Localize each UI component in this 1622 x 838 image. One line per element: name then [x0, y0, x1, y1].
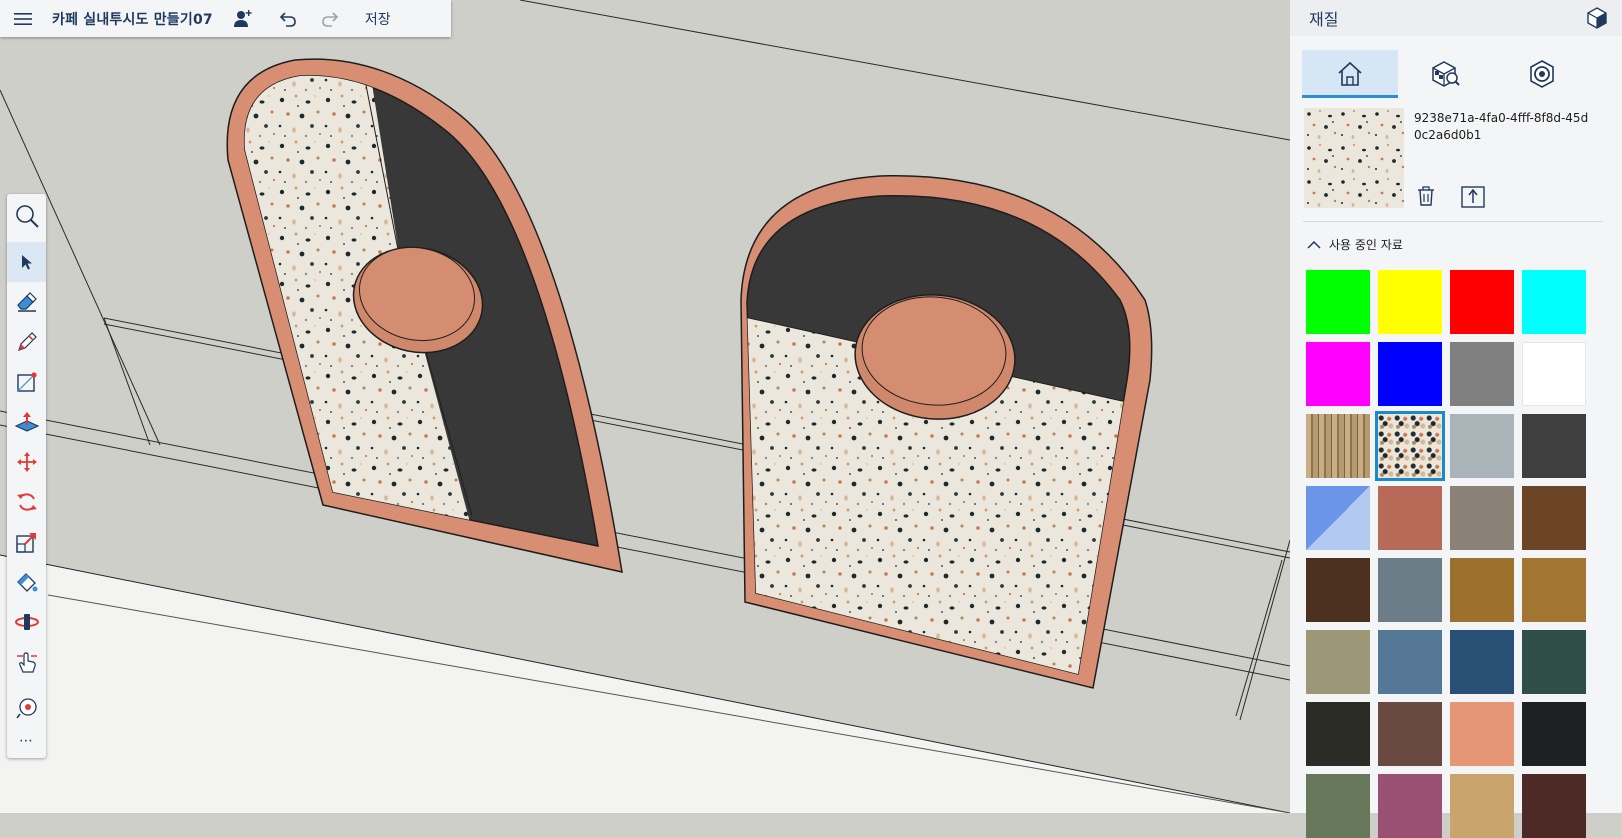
- paint-bucket-icon: [16, 573, 37, 592]
- material-swatch[interactable]: [1450, 702, 1514, 766]
- material-swatch[interactable]: [1522, 414, 1586, 478]
- redo-button[interactable]: [309, 0, 353, 37]
- edit-material-tab[interactable]: [1494, 50, 1590, 98]
- material-swatch[interactable]: [1378, 486, 1442, 550]
- material-swatch[interactable]: [1306, 558, 1370, 622]
- magnifier-icon: [15, 205, 39, 228]
- document-title[interactable]: 카페 실내투시도 만들기07: [46, 0, 221, 37]
- material-swatch[interactable]: [1450, 414, 1514, 478]
- material-swatch[interactable]: [1306, 702, 1370, 766]
- material-swatch[interactable]: [1306, 342, 1370, 406]
- material-swatch[interactable]: [1378, 702, 1442, 766]
- material-swatch[interactable]: [1306, 774, 1370, 838]
- scale-icon: [15, 533, 36, 553]
- material-swatch[interactable]: [1378, 630, 1442, 694]
- material-swatch[interactable]: [1522, 486, 1586, 550]
- home-icon: [1338, 61, 1362, 86]
- search-tool[interactable]: [7, 196, 46, 236]
- scale-tool[interactable]: [7, 522, 46, 562]
- undo-icon: [279, 11, 296, 27]
- material-swatch[interactable]: [1378, 270, 1442, 334]
- material-swatch[interactable]: [1450, 342, 1514, 406]
- material-cube-icon: [1587, 7, 1607, 29]
- tape-measure-icon: [15, 698, 37, 719]
- share-user-button[interactable]: [221, 0, 265, 37]
- arrow-cursor-icon: [21, 255, 32, 270]
- in-use-section-label: 사용 중인 자료: [1329, 238, 1403, 252]
- rectangle-draw-icon: [16, 372, 37, 392]
- material-swatch[interactable]: [1378, 342, 1442, 406]
- material-swatch[interactable]: [1306, 630, 1370, 694]
- pencil-tool[interactable]: [7, 322, 46, 362]
- select-tool[interactable]: [7, 242, 46, 282]
- top-toolbar: 카페 실내투시도 만들기07 저장: [0, 0, 451, 37]
- push-pull-tool[interactable]: [7, 402, 46, 442]
- material-swatch[interactable]: [1522, 342, 1586, 406]
- material-swatch[interactable]: [1450, 486, 1514, 550]
- material-swatch[interactable]: [1522, 774, 1586, 838]
- material-swatch[interactable]: [1450, 774, 1514, 838]
- orbit-tool[interactable]: [7, 602, 46, 642]
- hand-icon: [16, 652, 37, 673]
- export-icon: [1461, 186, 1485, 208]
- add-user-icon: [233, 9, 252, 27]
- move-arrows-icon: [16, 452, 37, 472]
- browse-materials-tab[interactable]: [1398, 50, 1494, 98]
- panel-divider: [1303, 221, 1603, 222]
- undo-button[interactable]: [265, 0, 309, 37]
- pencil-icon: [17, 332, 37, 351]
- material-swatch-grid: [1306, 270, 1596, 838]
- orbit-icon: [14, 614, 39, 630]
- save-button[interactable]: 저장: [353, 0, 391, 37]
- shape-tool[interactable]: [7, 362, 46, 402]
- chevron-up-icon: [1307, 240, 1321, 249]
- in-use-section-header[interactable]: 사용 중인 자료: [1307, 236, 1403, 253]
- material-swatch[interactable]: [1450, 630, 1514, 694]
- material-swatch[interactable]: [1522, 270, 1586, 334]
- tool-palette: ⋯: [7, 194, 46, 758]
- move-tool[interactable]: [7, 442, 46, 482]
- material-preview: [1304, 108, 1404, 208]
- rotate-icon: [16, 493, 37, 511]
- material-swatch[interactable]: [1306, 486, 1370, 550]
- tape-measure-tool[interactable]: [7, 688, 46, 728]
- more-tools-button[interactable]: ⋯: [7, 728, 46, 754]
- export-material-button[interactable]: [1460, 183, 1486, 213]
- eraser-icon: [16, 292, 37, 312]
- material-name: 9238e71a-4fa0-4fff-8f8d-45d0c2a6d0b1: [1414, 111, 1589, 142]
- material-browse-icon: [1432, 61, 1460, 87]
- material-swatch[interactable]: [1306, 270, 1370, 334]
- rotate-tool[interactable]: [7, 482, 46, 522]
- redo-icon: [322, 11, 338, 27]
- trash-icon: [1418, 186, 1434, 206]
- material-swatch[interactable]: [1522, 558, 1586, 622]
- panel-tabs: [1302, 50, 1590, 98]
- material-swatch[interactable]: [1522, 630, 1586, 694]
- material-swatch[interactable]: [1378, 558, 1442, 622]
- material-swatch[interactable]: [1450, 558, 1514, 622]
- pan-tool[interactable]: [7, 642, 46, 682]
- delete-material-button[interactable]: [1416, 185, 1436, 211]
- material-swatch[interactable]: [1375, 411, 1445, 481]
- panel-header: 재질: [1290, 0, 1622, 36]
- home-tab[interactable]: [1302, 50, 1398, 98]
- paint-bucket-tool[interactable]: [7, 562, 46, 602]
- panel-title: 재질: [1309, 10, 1339, 29]
- 3d-viewport[interactable]: [0, 0, 1290, 813]
- material-edit-icon: [1530, 60, 1554, 88]
- material-swatch[interactable]: [1306, 414, 1370, 478]
- materials-panel-toggle-button[interactable]: [1586, 6, 1608, 34]
- material-swatch[interactable]: [1450, 270, 1514, 334]
- push-pull-icon: [14, 412, 39, 432]
- materials-panel: 재질 9238e71a-4fa0-4fff-8f8d-45d0c2a6d0b1 …: [1290, 0, 1622, 838]
- hamburger-menu-icon: [14, 12, 32, 25]
- material-swatch[interactable]: [1522, 702, 1586, 766]
- material-swatch[interactable]: [1378, 774, 1442, 838]
- eraser-tool[interactable]: [7, 282, 46, 322]
- menu-button[interactable]: [0, 0, 46, 37]
